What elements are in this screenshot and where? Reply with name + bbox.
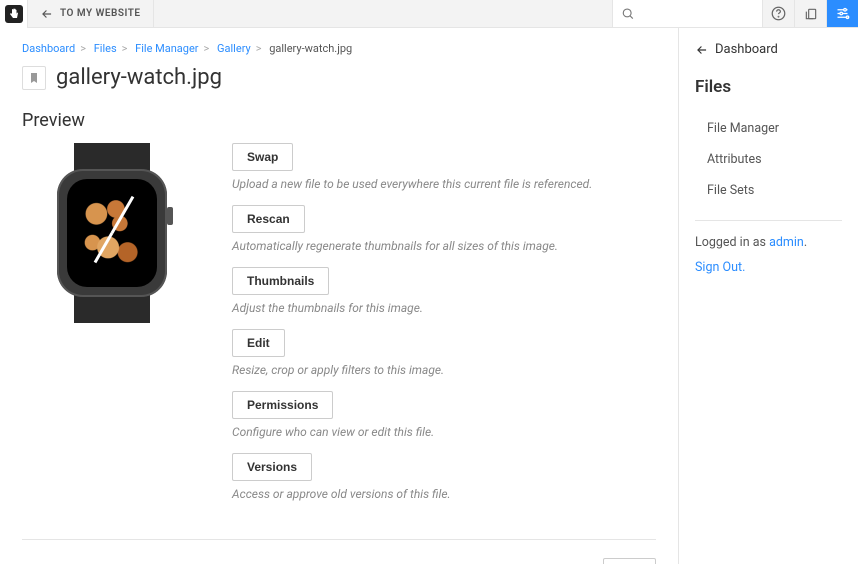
- search-input[interactable]: [634, 7, 754, 21]
- login-suffix: .: [804, 235, 807, 250]
- attributes-section: Attributes Edit Title gallery-watch.jpg …: [22, 539, 656, 564]
- breadcrumb-current: gallery-watch.jpg: [269, 42, 352, 55]
- arrow-left-icon: [695, 43, 709, 57]
- actions-list: Swap Upload a new file to be used everyw…: [232, 143, 656, 515]
- breadcrumb-sep: >: [204, 42, 210, 55]
- breadcrumb-link[interactable]: Gallery: [217, 42, 251, 55]
- sidebar-nav: File Manager Attributes File Sets: [695, 113, 842, 206]
- to-website-label: TO MY WEBSITE: [60, 8, 141, 19]
- swap-button[interactable]: Swap: [232, 143, 293, 171]
- topbar: TO MY WEBSITE: [0, 0, 858, 28]
- sidebar: Dashboard Files File Manager Attributes …: [678, 28, 858, 564]
- search-icon: [621, 6, 634, 21]
- action-desc: Configure who can view or edit this file…: [232, 425, 656, 439]
- login-user-link[interactable]: admin: [769, 235, 804, 250]
- help-button[interactable]: [762, 0, 794, 27]
- to-website-link[interactable]: TO MY WEBSITE: [28, 0, 154, 27]
- app-logo[interactable]: [0, 0, 28, 28]
- arrow-left-icon: [40, 7, 54, 21]
- back-to-dashboard[interactable]: Dashboard: [695, 42, 842, 57]
- hand-icon: [5, 5, 23, 23]
- back-label: Dashboard: [715, 42, 778, 57]
- action-desc: Adjust the thumbnails for this image.: [232, 301, 656, 315]
- sidebar-item-file-manager[interactable]: File Manager: [695, 113, 842, 144]
- page-title: gallery-watch.jpg: [56, 65, 222, 90]
- login-prefix: Logged in as: [695, 235, 769, 250]
- action-desc: Resize, crop or apply filters to this im…: [232, 363, 656, 377]
- edit-button[interactable]: Edit: [232, 329, 285, 357]
- preview-row: Swap Upload a new file to be used everyw…: [22, 143, 656, 515]
- action-desc: Access or approve old versions of this f…: [232, 487, 656, 501]
- breadcrumb-link[interactable]: Dashboard: [22, 42, 75, 55]
- thumbnails-button[interactable]: Thumbnails: [232, 267, 329, 295]
- breadcrumb-sep: >: [122, 42, 128, 55]
- permissions-button[interactable]: Permissions: [232, 391, 333, 419]
- sign-out-link[interactable]: Sign Out.: [695, 260, 842, 275]
- sidebar-item-attributes[interactable]: Attributes: [695, 144, 842, 175]
- breadcrumb-link[interactable]: Files: [94, 42, 117, 55]
- sidebar-title: Files: [695, 77, 842, 97]
- versions-button[interactable]: Versions: [232, 453, 312, 481]
- bookmark-button[interactable]: [22, 66, 46, 90]
- file-title-row: gallery-watch.jpg: [22, 65, 656, 90]
- clipboard-button[interactable]: [794, 0, 826, 27]
- help-icon: [771, 6, 786, 21]
- sidebar-item-file-sets[interactable]: File Sets: [695, 175, 842, 206]
- breadcrumb-sep: >: [256, 42, 262, 55]
- bookmark-icon: [28, 71, 40, 85]
- breadcrumb-link[interactable]: File Manager: [135, 42, 198, 55]
- breadcrumb-sep: >: [80, 42, 86, 55]
- action-desc: Automatically regenerate thumbnails for …: [232, 239, 656, 253]
- edit-attributes-button[interactable]: Edit: [603, 558, 656, 564]
- breadcrumb: Dashboard > Files > File Manager > Gallery >…: [22, 42, 656, 55]
- login-status: Logged in as admin.: [695, 235, 842, 250]
- rescan-button[interactable]: Rescan: [232, 205, 305, 233]
- divider: [695, 220, 842, 221]
- clipboard-icon: [804, 7, 818, 21]
- topbar-spacer: [154, 0, 612, 27]
- search-cell[interactable]: [612, 0, 762, 27]
- settings-panel-button[interactable]: [826, 0, 858, 27]
- preview-heading: Preview: [22, 110, 656, 131]
- file-thumbnail[interactable]: [22, 143, 202, 323]
- action-desc: Upload a new file to be used everywhere …: [232, 177, 656, 191]
- watch-illustration: [42, 143, 182, 323]
- main-content: Dashboard > Files > File Manager > Gallery >…: [0, 28, 678, 564]
- sliders-icon: [835, 6, 850, 21]
